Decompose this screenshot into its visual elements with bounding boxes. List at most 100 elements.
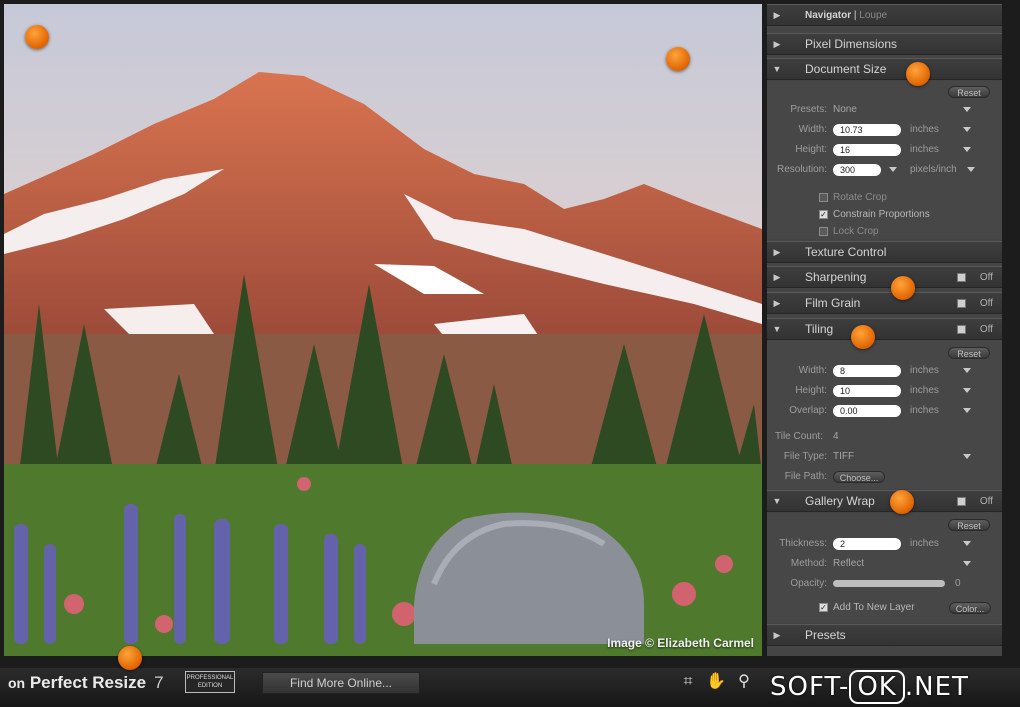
thickness-input[interactable]: 2	[833, 538, 901, 550]
hotspot-marker[interactable]	[891, 276, 915, 300]
file-type-select[interactable]: TIFF	[833, 450, 854, 464]
landscape-photo	[4, 4, 762, 656]
find-more-online-button[interactable]: Find More Online...	[262, 672, 420, 694]
tiling-reset-button[interactable]: Reset	[948, 347, 990, 359]
section-film-grain[interactable]: ▶ Film Grain Off	[767, 292, 1002, 314]
sharpening-label: Sharpening	[805, 270, 867, 284]
overlap-input[interactable]: 0.00	[833, 405, 901, 417]
method-label: Method:	[790, 558, 827, 569]
thickness-unit-dropdown-icon[interactable]	[963, 541, 971, 546]
bottom-toolbar: on Perfect Resize 7 PROFESSIONAL EDITION …	[0, 668, 1020, 707]
resolution-label: Resolution:	[776, 164, 827, 175]
tile-width-input[interactable]: 8	[833, 365, 901, 377]
constrain-proportions-checkbox[interactable]: ✓	[819, 210, 828, 219]
app-name: Perfect Resize	[29, 673, 147, 692]
hotspot-marker[interactable]	[851, 325, 875, 349]
tile-count-label: Tile Count:	[775, 431, 823, 442]
navigator-separator: |	[853, 9, 857, 21]
section-presets[interactable]: ▶ Presets	[767, 624, 1002, 646]
hotspot-marker[interactable]	[890, 490, 914, 514]
resolution-unit-dropdown-icon[interactable]	[967, 167, 975, 172]
section-tiling[interactable]: ▼ Tiling Off	[767, 318, 1002, 340]
doc-height-unit[interactable]: inches	[910, 143, 939, 157]
film-grain-toggle[interactable]	[957, 298, 966, 308]
resolution-input[interactable]: 300	[833, 164, 881, 176]
collapsed-triangle-icon: ▶	[773, 271, 781, 282]
section-sharpening[interactable]: ▶ Sharpening Off	[767, 266, 1002, 288]
zoom-tool-icon[interactable]: ⚲	[734, 672, 754, 692]
thickness-label: Thickness:	[779, 538, 827, 549]
rotate-crop-checkbox[interactable]	[819, 193, 828, 202]
pixel-dimensions-label: Pixel Dimensions	[805, 37, 898, 51]
expanded-triangle-icon: ▼	[772, 496, 782, 506]
doc-height-input[interactable]: 16	[833, 144, 901, 156]
thickness-unit[interactable]: inches	[910, 537, 939, 551]
choose-path-button[interactable]: Choose...	[833, 471, 885, 483]
film-grain-state: Off	[979, 297, 993, 309]
crop-tool-icon[interactable]: ⌗	[678, 672, 698, 692]
sharpening-toggle[interactable]	[957, 272, 966, 282]
height-label: Height:	[795, 144, 827, 155]
hand-tool-icon[interactable]: ✋	[706, 672, 726, 692]
watermark-right: .NET	[904, 672, 969, 702]
tile-height-unit-dropdown-icon[interactable]	[963, 388, 971, 393]
color-button[interactable]: Color...	[949, 602, 991, 614]
overlap-unit-dropdown-icon[interactable]	[963, 408, 971, 413]
presets-section-label: Presets	[805, 628, 846, 642]
file-path-label: File Path:	[784, 471, 827, 482]
app-version: 7	[154, 673, 164, 692]
watermark-box: OK	[849, 670, 905, 704]
lock-crop-checkbox[interactable]	[819, 227, 828, 236]
watermark: SOFT- OK .NET	[770, 670, 969, 704]
resolution-preset-dropdown-icon[interactable]	[889, 167, 897, 172]
gallery-wrap-state: Off	[979, 495, 993, 507]
opacity-slider[interactable]	[833, 580, 945, 587]
gallery-wrap-toggle[interactable]	[957, 496, 966, 506]
file-type-dropdown-icon[interactable]	[963, 454, 971, 459]
opacity-value: 0	[955, 578, 961, 589]
doc-width-unit-dropdown-icon[interactable]	[963, 127, 971, 132]
width-label: Width:	[798, 124, 827, 135]
presets-select[interactable]: None	[833, 103, 857, 117]
on1-logo-icon: on	[8, 675, 26, 691]
presets-label: Presets:	[790, 104, 827, 115]
rotate-crop-label: Rotate Crop	[833, 192, 887, 203]
hotspot-marker[interactable]	[25, 25, 49, 49]
doc-height-unit-dropdown-icon[interactable]	[963, 147, 971, 152]
expanded-triangle-icon: ▼	[772, 64, 782, 74]
tiling-label: Tiling	[805, 322, 834, 336]
section-texture-control[interactable]: ▶ Texture Control	[767, 241, 1002, 263]
section-gallery-wrap[interactable]: ▼ Gallery Wrap Off	[767, 490, 1002, 512]
gallery-wrap-label: Gallery Wrap	[805, 494, 875, 508]
section-pixel-dimensions[interactable]: ▶ Pixel Dimensions	[767, 33, 1002, 55]
hotspot-marker[interactable]	[666, 47, 690, 71]
tile-width-unit[interactable]: inches	[910, 364, 939, 378]
hotspot-marker[interactable]	[906, 62, 930, 86]
document-size-reset-button[interactable]: Reset	[948, 86, 990, 98]
collapsed-triangle-icon: ▶	[773, 629, 781, 640]
tiling-toggle[interactable]	[957, 324, 966, 334]
method-dropdown-icon[interactable]	[963, 561, 971, 566]
constrain-proportions-label: Constrain Proportions	[833, 209, 930, 220]
tile-height-unit[interactable]: inches	[910, 384, 939, 398]
hotspot-marker[interactable]	[118, 646, 142, 670]
overlap-unit[interactable]: inches	[910, 404, 939, 418]
doc-width-input[interactable]: 10.73	[833, 124, 901, 136]
doc-width-unit[interactable]: inches	[910, 123, 939, 137]
tile-width-label: Width:	[798, 365, 827, 376]
tile-width-unit-dropdown-icon[interactable]	[963, 368, 971, 373]
presets-dropdown-icon[interactable]	[963, 107, 971, 112]
method-select[interactable]: Reflect	[833, 557, 864, 571]
loupe-tab[interactable]: Loupe	[859, 10, 887, 21]
section-navigator[interactable]: ▶ Navigator | Loupe	[767, 4, 1002, 26]
image-preview[interactable]: Image © Elizabeth Carmel	[4, 4, 762, 656]
opacity-label: Opacity:	[790, 578, 827, 589]
gallery-wrap-reset-button[interactable]: Reset	[948, 519, 990, 531]
resolution-unit[interactable]: pixels/inch	[910, 163, 957, 177]
tile-height-input[interactable]: 10	[833, 385, 901, 397]
gallery-wrap-body: Reset Thickness: 2 inches Method: Reflect O…	[767, 513, 1002, 623]
collapsed-triangle-icon: ▶	[773, 246, 781, 257]
app-logo: on Perfect Resize 7	[8, 673, 164, 693]
section-document-size[interactable]: ▼ Document Size	[767, 58, 1002, 80]
add-to-new-layer-checkbox[interactable]: ✓	[819, 603, 828, 612]
